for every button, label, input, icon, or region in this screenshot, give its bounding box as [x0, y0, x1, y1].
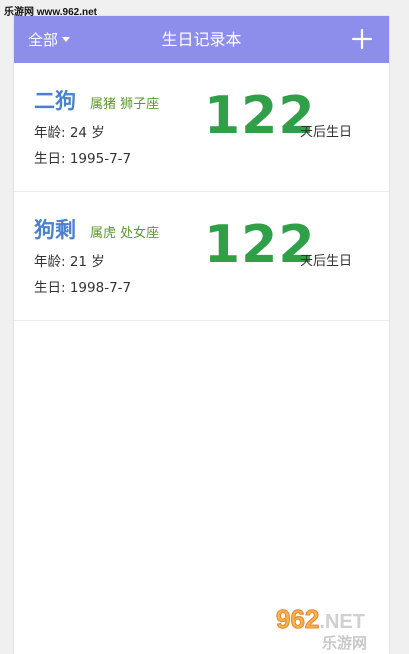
days-until-birthday: 122	[204, 86, 316, 146]
logo-subtitle: 乐游网	[322, 634, 368, 652]
birthday-record-card[interactable]: 狗剩 属虎 处女座 年龄: 21 岁 生日: 1998-7-7 122 天后生日	[14, 192, 389, 321]
logo-suffix: .NET	[319, 611, 365, 633]
birthday-text: 生日: 1998-7-7	[34, 280, 132, 296]
person-name: 二狗	[34, 89, 76, 113]
filter-label: 全部	[28, 31, 59, 49]
top-bar: 全部 生日记录本	[14, 16, 389, 63]
zodiac-info: 属猪 狮子座	[90, 97, 160, 112]
days-label: 天后生日	[300, 125, 353, 140]
app-screen: 全部 生日记录本 二狗 属猪 狮子座 年龄: 24 岁 生日: 1995-7-7…	[14, 16, 389, 654]
logo-number: 962	[275, 604, 320, 635]
birthday-record-card[interactable]: 二狗 属猪 狮子座 年龄: 24 岁 生日: 1995-7-7 122 天后生日	[14, 63, 389, 192]
birthday-text: 生日: 1995-7-7	[34, 151, 132, 167]
person-name: 狗剩	[34, 218, 76, 242]
filter-dropdown[interactable]: 全部	[28, 16, 71, 63]
zodiac-info: 属虎 处女座	[90, 226, 160, 241]
logo-mark: 962.NET	[275, 604, 365, 635]
days-label: 天后生日	[300, 254, 353, 269]
days-until-birthday: 122	[204, 215, 316, 275]
caret-down-icon	[62, 37, 71, 42]
page-title: 生日记录本	[161, 30, 242, 49]
watermark-logo: 962.NET 乐游网	[275, 604, 404, 653]
plus-icon[interactable]	[349, 26, 375, 52]
age-text: 年龄: 21 岁	[34, 254, 105, 270]
age-text: 年龄: 24 岁	[34, 125, 105, 141]
